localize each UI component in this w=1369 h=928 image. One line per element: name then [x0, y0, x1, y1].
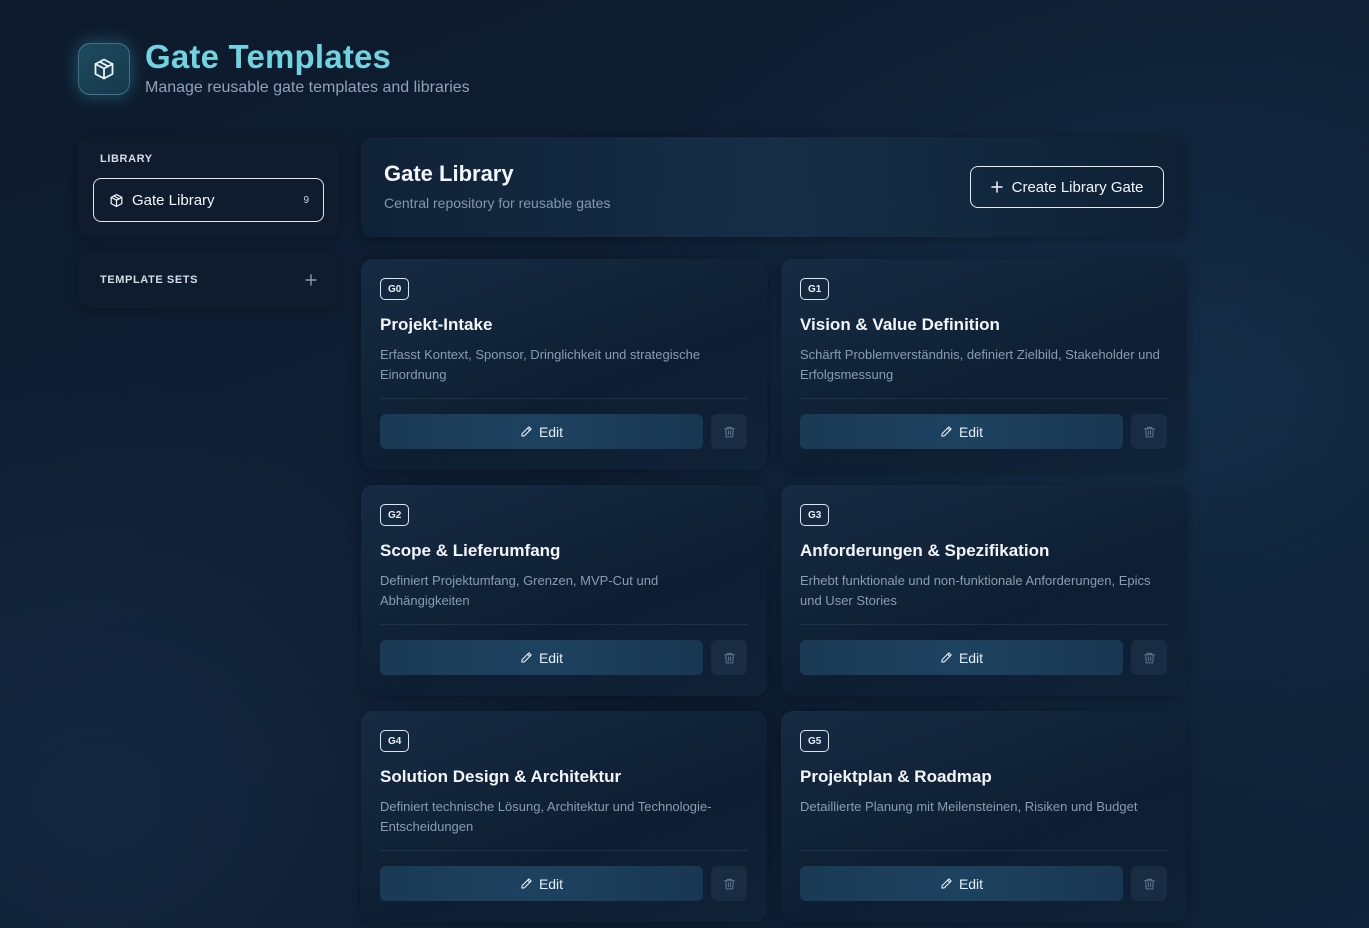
trash-icon	[1143, 426, 1155, 437]
library-subtitle: Central repository for reusable gates	[384, 195, 611, 211]
library-panel: LIBRARY Gate Library 9	[78, 137, 339, 237]
gate-description: Definiert technische Lösung, Architektur…	[380, 799, 712, 834]
library-heading: LIBRARY	[100, 153, 153, 165]
page-title: Gate Templates	[145, 38, 392, 75]
trash-icon	[723, 878, 735, 889]
gate-badge: G5	[800, 730, 830, 752]
edit-button[interactable]: Edit	[380, 414, 703, 449]
edit-button-label: Edit	[538, 423, 564, 440]
gate-title: Scope & Lieferumfang	[380, 541, 561, 560]
sidebar-item-gate-library[interactable]: Gate Library 9	[93, 178, 324, 222]
plus-icon	[990, 181, 1003, 193]
edit-button[interactable]: Edit	[380, 866, 703, 901]
library-title: Gate Library	[384, 161, 514, 186]
gate-description: Erhebt funktionale und non-funktionale A…	[800, 573, 1151, 608]
pencil-icon	[521, 652, 532, 663]
plus-icon	[305, 274, 317, 286]
pencil-icon	[941, 426, 952, 437]
gate-description: Erfasst Kontext, Sponsor, Dringlichkeit …	[380, 347, 701, 382]
card-divider	[380, 624, 748, 625]
template-sets-panel: TEMPLATE SETS	[78, 252, 339, 308]
gate-description: Schärft Problemverständnis, definiert Zi…	[800, 347, 1160, 382]
gate-grid: G0 Projekt-Intake Erfasst Kontext, Spons…	[361, 259, 1187, 922]
edit-button-label: Edit	[958, 649, 984, 666]
gate-card: G3 Anforderungen & Spezifikation Erhebt …	[781, 485, 1187, 696]
card-divider	[380, 850, 748, 851]
create-button-label: Create Library Gate	[1011, 178, 1144, 196]
card-divider	[800, 624, 1168, 625]
gate-badge: G1	[800, 278, 830, 300]
page-subtitle: Manage reusable gate templates and libra…	[145, 79, 470, 96]
gate-title: Vision & Value Definition	[800, 315, 1000, 334]
gate-description: Definiert Projektumfang, Grenzen, MVP-Cu…	[380, 573, 659, 608]
delete-button[interactable]	[1131, 866, 1167, 901]
pencil-icon	[941, 652, 952, 663]
edit-button-label: Edit	[958, 423, 984, 440]
template-sets-heading: TEMPLATE SETS	[100, 274, 199, 286]
pencil-icon	[521, 878, 532, 889]
gate-badge: G3	[800, 504, 830, 526]
main-content: Gate Library Central repository for reus…	[361, 137, 1187, 922]
pencil-icon	[941, 878, 952, 889]
delete-button[interactable]	[711, 414, 747, 449]
trash-icon	[723, 426, 735, 437]
gate-card: G5 Projektplan & Roadmap Detaillierte Pl…	[781, 711, 1187, 922]
delete-button[interactable]	[711, 866, 747, 901]
edit-button-label: Edit	[538, 875, 564, 892]
gate-badge: G2	[380, 504, 410, 526]
trash-icon	[1143, 652, 1155, 663]
card-divider	[800, 850, 1168, 851]
app-logo	[78, 43, 130, 95]
sidebar: LIBRARY Gate Library 9 TEMPLATE SETS	[78, 137, 339, 308]
trash-icon	[723, 652, 735, 663]
create-library-gate-button[interactable]: Create Library Gate	[970, 166, 1164, 208]
pencil-icon	[521, 426, 532, 437]
edit-button[interactable]: Edit	[800, 640, 1123, 675]
card-divider	[380, 398, 748, 399]
card-divider	[800, 398, 1168, 399]
edit-button[interactable]: Edit	[800, 414, 1123, 449]
gate-badge: G0	[380, 278, 410, 300]
edit-button[interactable]: Edit	[800, 866, 1123, 901]
gate-card: G4 Solution Design & Architektur Definie…	[361, 711, 767, 922]
gate-card: G0 Projekt-Intake Erfasst Kontext, Spons…	[361, 259, 767, 470]
gate-card: G1 Vision & Value Definition Schärft Pro…	[781, 259, 1187, 470]
gate-badge: G4	[380, 730, 410, 752]
gate-card: G2 Scope & Lieferumfang Definiert Projek…	[361, 485, 767, 696]
edit-button-label: Edit	[958, 875, 984, 892]
edit-button-label: Edit	[538, 649, 564, 666]
gate-title: Anforderungen & Spezifikation	[800, 541, 1050, 560]
gate-title: Projekt-Intake	[380, 315, 493, 334]
gate-title: Solution Design & Architektur	[380, 767, 622, 786]
library-header: Gate Library Central repository for reus…	[361, 137, 1187, 237]
delete-button[interactable]	[1131, 640, 1167, 675]
add-template-set-button[interactable]	[305, 271, 317, 289]
item-count-badge: 9	[303, 194, 309, 206]
gate-description: Detaillierte Planung mit Meilensteinen, …	[800, 799, 1138, 814]
gate-title: Projektplan & Roadmap	[800, 767, 992, 786]
trash-icon	[1143, 878, 1155, 889]
delete-button[interactable]	[1131, 414, 1167, 449]
sidebar-item-label: Gate Library	[132, 191, 215, 209]
package-icon	[110, 193, 123, 207]
edit-button[interactable]: Edit	[380, 640, 703, 675]
package-icon	[94, 58, 114, 80]
delete-button[interactable]	[711, 640, 747, 675]
page-header: Gate Templates Manage reusable gate temp…	[78, 38, 470, 97]
